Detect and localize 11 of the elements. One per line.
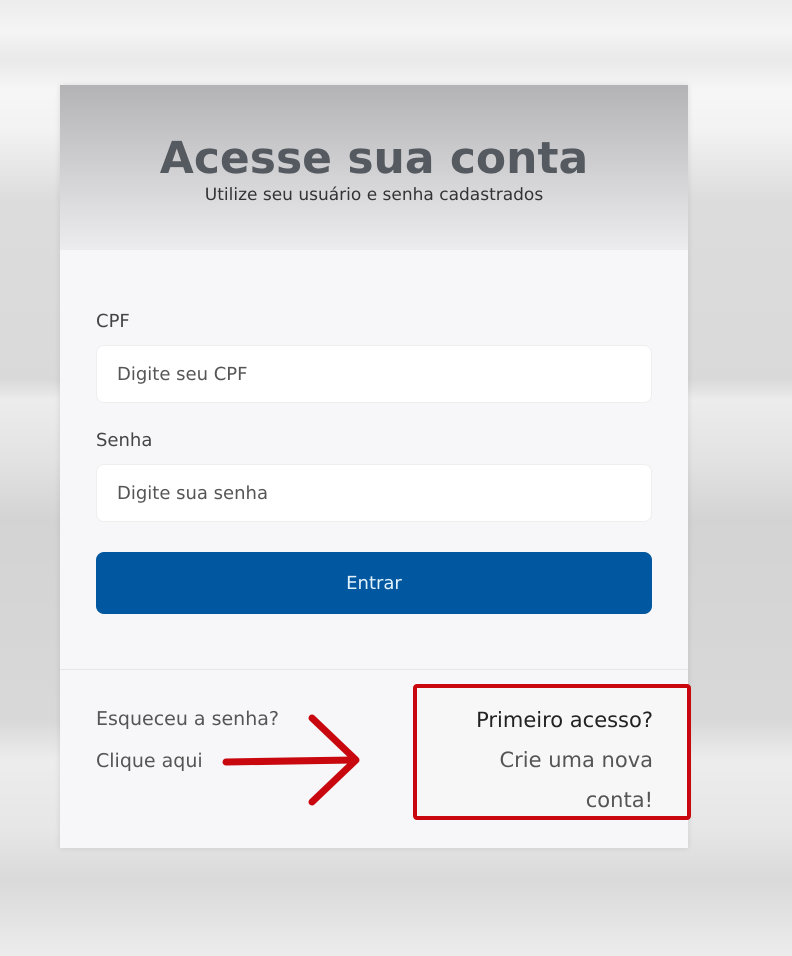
input-field[interactable]: Digite sua senha (96, 464, 652, 522)
field-label: Senha (96, 429, 154, 453)
login-button[interactable]: Entrar (96, 552, 652, 614)
page-title: Acesse sua conta (158, 137, 590, 181)
subtitle: Utilize seu usuário e senha cadastrados (204, 184, 544, 207)
forgot-text: Esqueceu a senha? (96, 707, 279, 732)
create-account-link[interactable]: Crie uma nova conta! (427, 740, 653, 820)
input-field[interactable]: Digite seu CPF (96, 345, 652, 403)
first-access-text: Primeiro acesso? (476, 707, 653, 734)
forgot-link[interactable]: Clique aqui (96, 740, 279, 782)
field-label: CPF (96, 310, 131, 334)
